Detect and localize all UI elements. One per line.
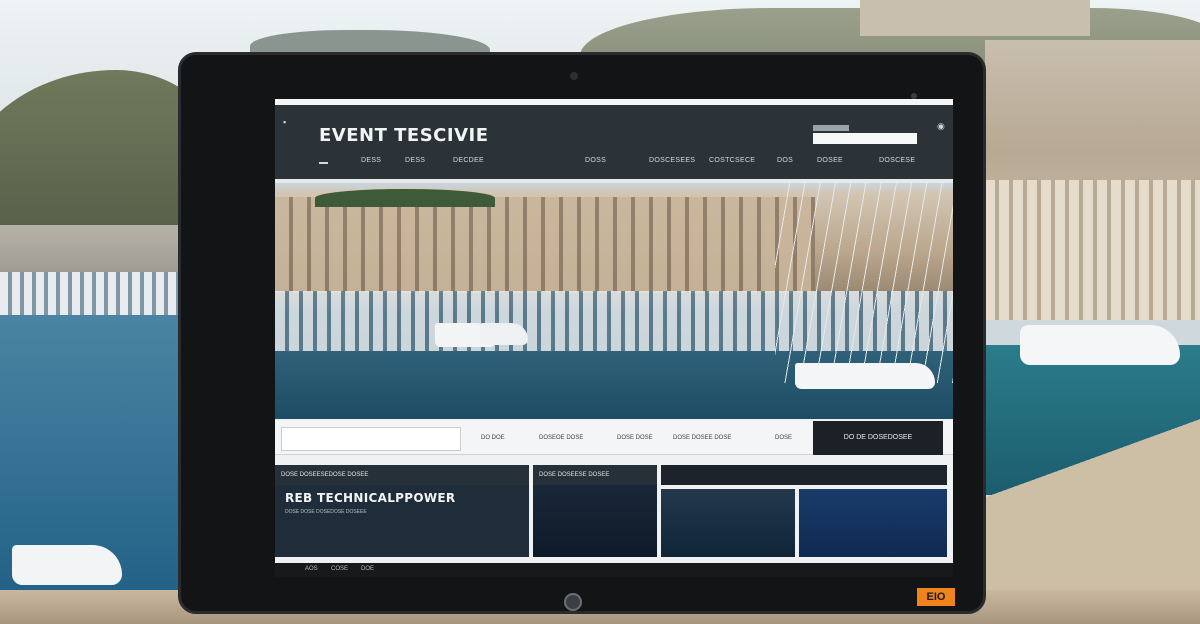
panel-subtitle: DOSE DOSE DOSEDOSE DOSEEE: [285, 509, 367, 515]
subnav-link[interactable]: DOSEOE DOSE: [539, 435, 583, 441]
hero-yacht: [795, 363, 935, 389]
power-icon[interactable]: ◉: [937, 121, 945, 132]
camera-icon: [570, 72, 578, 80]
screen-footer: AOS COSE DOE: [275, 563, 953, 577]
hero-buildings: [275, 197, 815, 293]
marina-left: [0, 272, 180, 317]
hero-trees: [315, 189, 495, 207]
feature-panel[interactable]: DOSE DOSEESEDOSE DOSEE REB TECHNICALPPOW…: [275, 465, 529, 557]
sub-navigation: DO DOE DOSEOE DOSE DOSE DOSE DOSE DOSEE …: [275, 421, 953, 455]
hero-masts: [775, 183, 953, 383]
footer-link[interactable]: COSE: [331, 566, 348, 572]
subnav-link[interactable]: DOSE DOSE: [617, 435, 653, 441]
cta-button[interactable]: DO DE DOSEDOSEE: [813, 421, 943, 455]
nav-item[interactable]: DOS: [777, 157, 793, 164]
nav-item[interactable]: DECDEE: [453, 157, 484, 164]
site-logo-text[interactable]: EVENT TESCIVIE: [319, 125, 489, 146]
footer-link[interactable]: AOS: [305, 566, 318, 572]
thumbnail-panel[interactable]: DOSE DOSEESE DOSEE: [533, 465, 657, 557]
nav-item[interactable]: DOSS: [585, 157, 606, 164]
yacht: [1020, 325, 1180, 365]
town-buildings-right: [985, 40, 1200, 320]
nav-item[interactable]: DESS: [361, 157, 381, 164]
panel-header: DOSE DOSEESEDOSE DOSEE: [275, 465, 529, 485]
corner-badge: EIO: [917, 588, 955, 606]
main-nav: DESS DESS DECDEE DOSS DOSCESEES COSTCSEC…: [275, 157, 953, 171]
hilltop-fort: [860, 0, 1090, 36]
hero-yacht: [480, 323, 528, 345]
tablet-device: ▪ EVENT TESCIVIE ◉ DESS DESS DECDEE DOSS…: [178, 52, 986, 614]
boat: [12, 545, 122, 585]
nav-item[interactable]: DOSEE: [817, 157, 843, 164]
panel-title: REB TECHNICALPPOWER: [285, 491, 456, 505]
subnav-link[interactable]: DO DOE: [481, 435, 505, 441]
footer-link[interactable]: DOE: [361, 566, 374, 572]
header-top-strip: [275, 99, 953, 105]
search-input[interactable]: [813, 133, 917, 144]
quay: [985, 400, 1200, 600]
nav-item[interactable]: DOSCESE: [879, 157, 915, 164]
town-buildings-left: [0, 225, 180, 275]
panel-header-strip: [661, 465, 947, 485]
nav-item[interactable]: DOSCESEES: [649, 157, 695, 164]
thumbnail-panel[interactable]: [661, 489, 795, 557]
subnav-link[interactable]: DOSE: [775, 435, 792, 441]
nav-bullet-icon: [319, 162, 328, 164]
thumbnail-panel[interactable]: [799, 489, 947, 557]
subnav-search-field[interactable]: [281, 427, 461, 451]
menu-icon[interactable]: ▪: [283, 117, 286, 127]
panel-header: DOSE DOSEESE DOSEE: [533, 465, 657, 485]
home-button[interactable]: [564, 593, 582, 611]
content-grid: DOSE DOSEESEDOSE DOSEE REB TECHNICALPPOW…: [275, 465, 953, 577]
subnav-link[interactable]: DOSE DOSEE DOSE: [673, 435, 731, 441]
tablet-screen: ▪ EVENT TESCIVIE ◉ DESS DESS DECDEE DOSS…: [275, 99, 953, 577]
hero-image: [275, 183, 953, 419]
nav-item[interactable]: COSTCSECE: [709, 157, 755, 164]
nav-item[interactable]: DESS: [405, 157, 425, 164]
search-label: [813, 125, 849, 131]
site-header: ▪ EVENT TESCIVIE ◉ DESS DESS DECDEE DOSS…: [275, 99, 953, 179]
